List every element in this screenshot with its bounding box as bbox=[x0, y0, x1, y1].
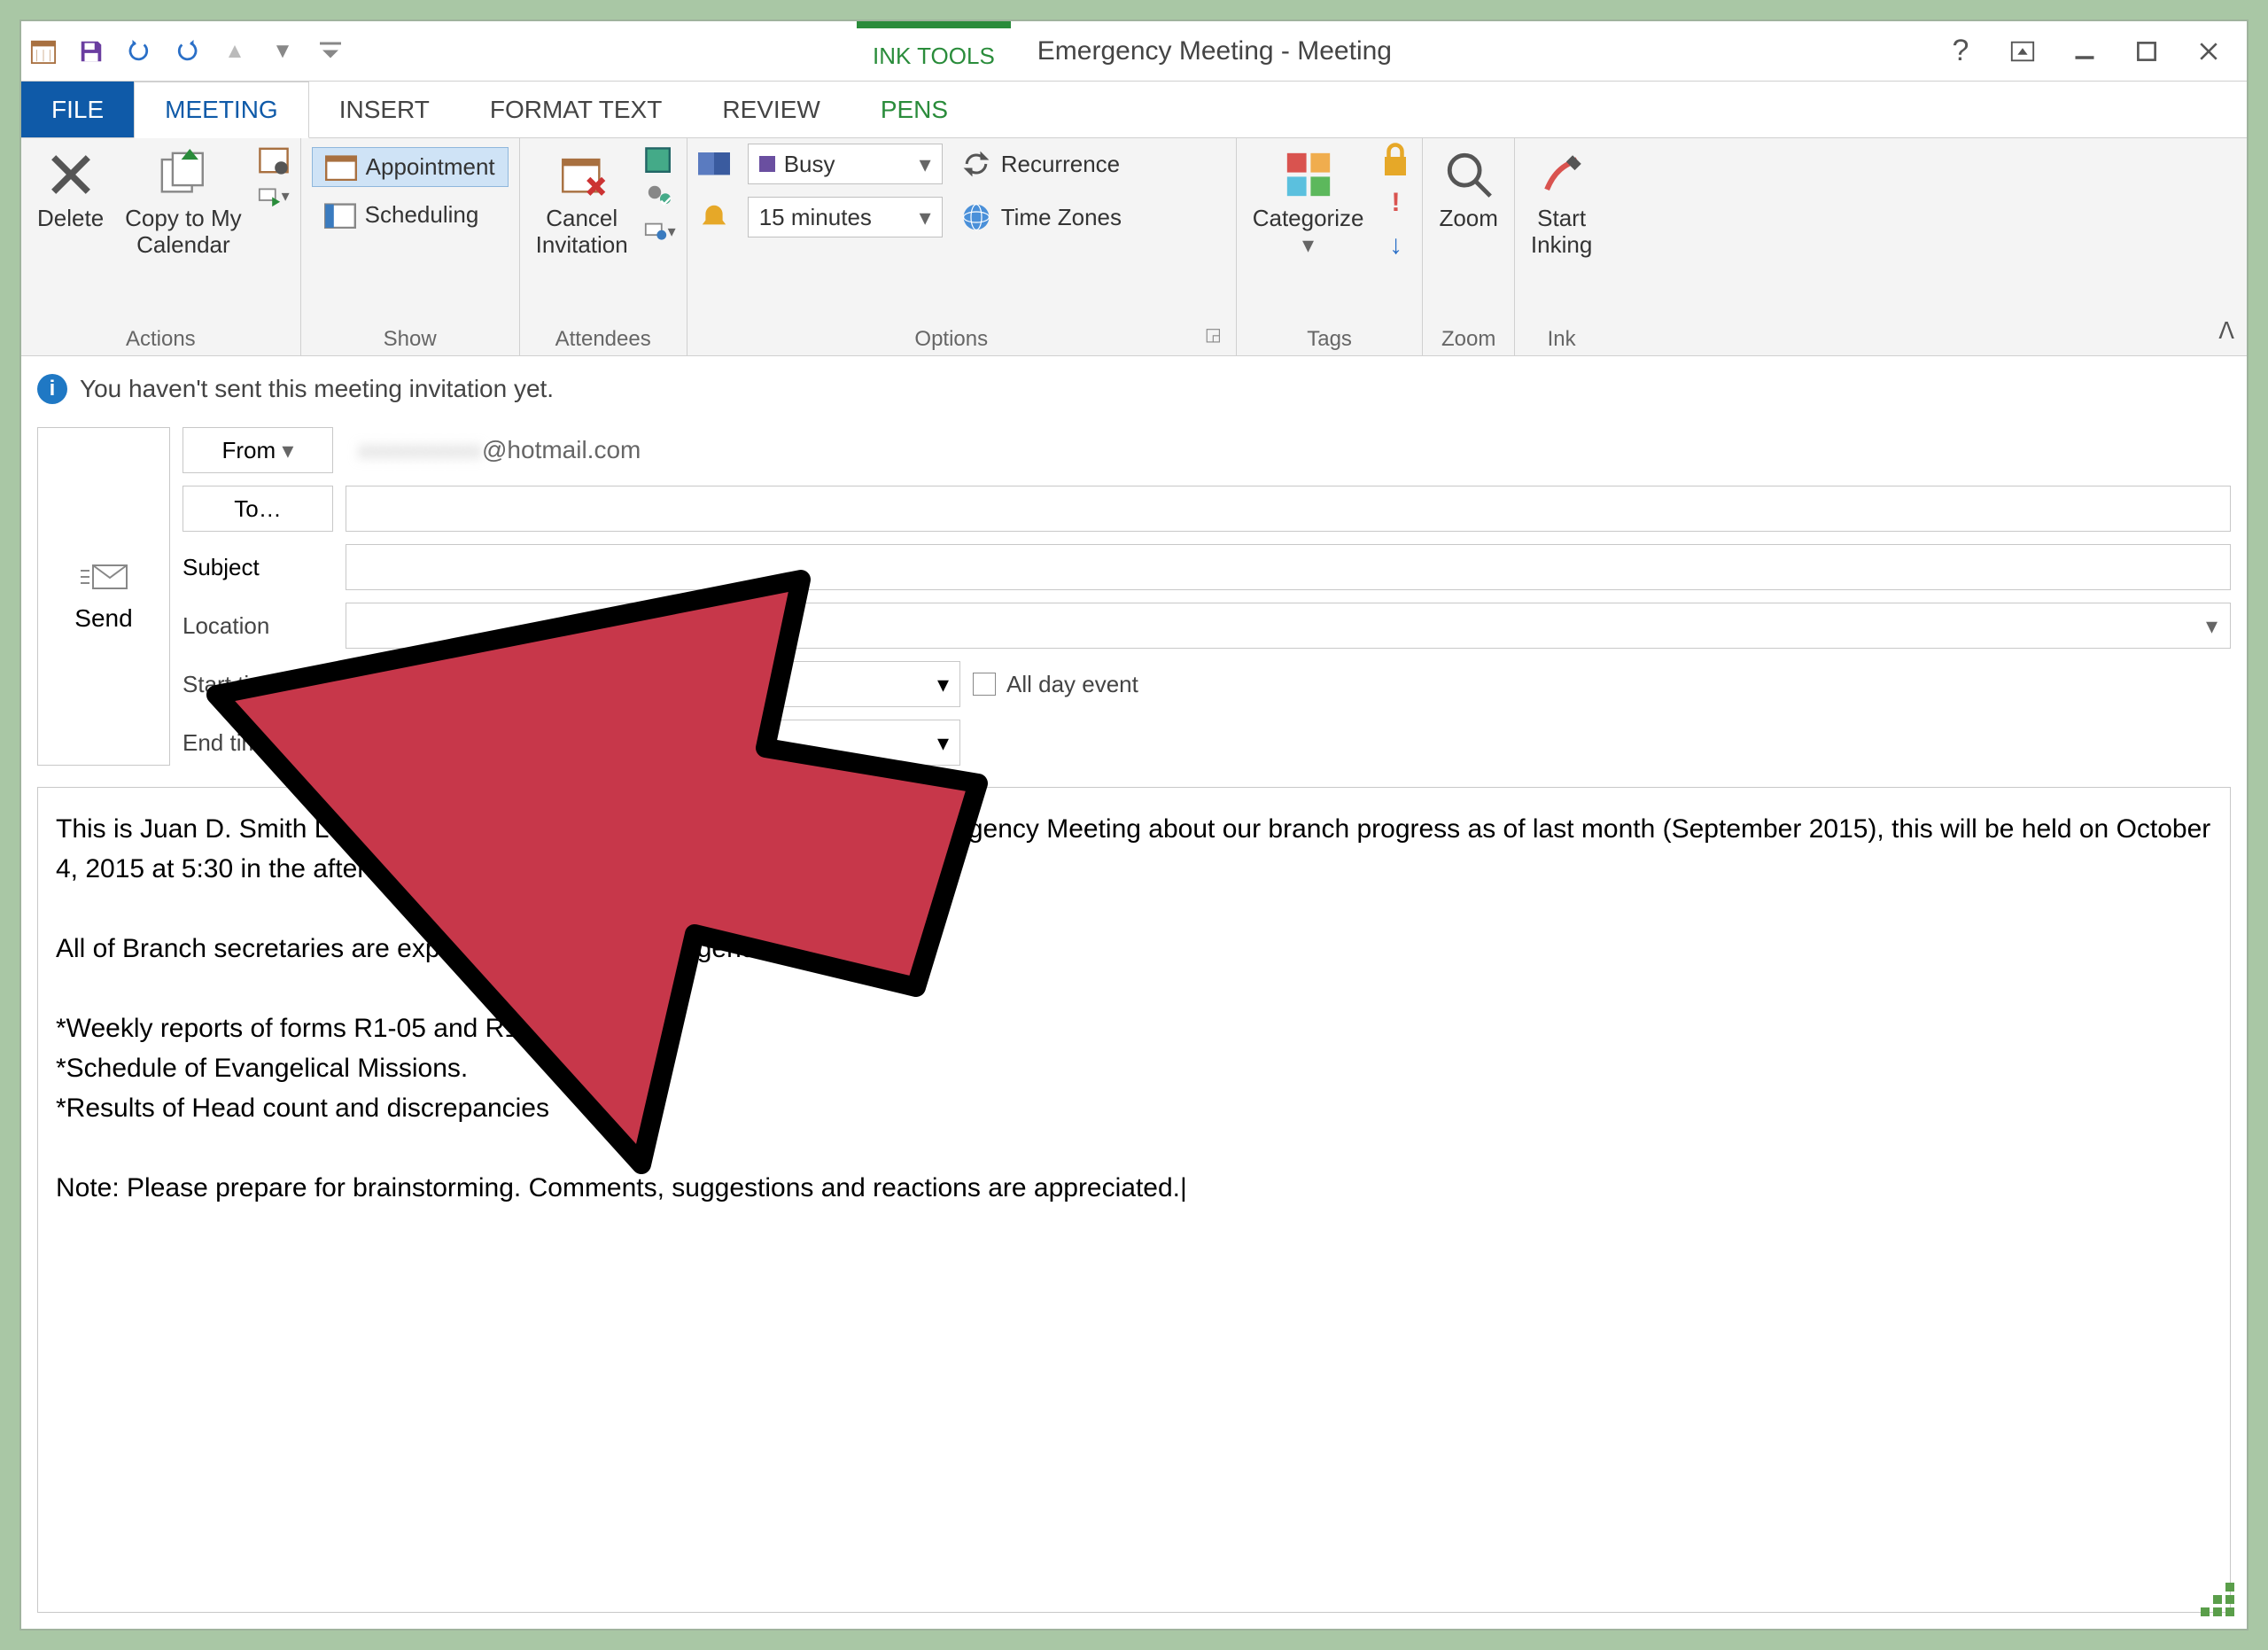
group-tags: Categorize▾ ! ↓ Tags bbox=[1237, 138, 1424, 355]
time-zones-button[interactable]: Time Zones bbox=[960, 204, 1122, 231]
tab-file[interactable]: FILE bbox=[21, 82, 134, 137]
resize-grip-icon bbox=[2201, 1583, 2234, 1616]
from-value: @hotmail.com bbox=[482, 436, 641, 463]
maximize-icon[interactable] bbox=[2132, 36, 2162, 66]
window-controls: ? bbox=[1922, 36, 2247, 66]
copy-to-calendar-button[interactable]: Copy to My Calendar bbox=[120, 144, 247, 259]
save-icon[interactable] bbox=[78, 38, 105, 65]
tab-review[interactable]: REVIEW bbox=[692, 82, 850, 137]
redo-icon[interactable] bbox=[174, 38, 200, 65]
info-bar: i You haven't sent this meeting invitati… bbox=[21, 356, 2247, 422]
send-button[interactable]: Send bbox=[37, 427, 170, 766]
group-zoom: Zoom Zoom bbox=[1423, 138, 1514, 355]
start-inking-button[interactable]: Start Inking bbox=[1526, 144, 1597, 259]
appointment-icon bbox=[325, 154, 357, 181]
window-title: Emergency Meeting - Meeting bbox=[1011, 36, 1418, 66]
show-as-combo[interactable]: Busy ▾ bbox=[748, 144, 943, 184]
high-importance-icon[interactable]: ! bbox=[1379, 190, 1411, 216]
envelope-icon bbox=[79, 560, 128, 594]
reminder-icon bbox=[698, 204, 730, 230]
start-date-field[interactable]: ▾ bbox=[346, 661, 647, 707]
contextual-tab-ink-tools[interactable]: INK TOOLS bbox=[857, 21, 1011, 81]
ribbon-display-icon[interactable] bbox=[2008, 36, 2038, 66]
check-names-icon[interactable] bbox=[644, 183, 676, 209]
subject-field[interactable] bbox=[346, 544, 2231, 590]
appointment-button[interactable]: Appointment bbox=[312, 147, 509, 187]
ribbon: Delete Copy to My Calendar ▾ Actions bbox=[21, 138, 2247, 356]
location-field[interactable]: ▾ bbox=[346, 603, 2231, 649]
scheduling-button[interactable]: Scheduling bbox=[312, 196, 509, 234]
low-importance-icon[interactable]: ↓ bbox=[1379, 232, 1411, 259]
cancel-invitation-button[interactable]: Cancel Invitation bbox=[531, 144, 633, 259]
qat-customize-icon[interactable] bbox=[317, 38, 344, 65]
collapse-ribbon-icon[interactable]: ᐱ bbox=[2218, 317, 2234, 345]
tab-meeting[interactable]: MEETING bbox=[134, 82, 309, 138]
forward-small-icon[interactable]: ▾ bbox=[258, 183, 290, 209]
group-actions: Delete Copy to My Calendar ▾ Actions bbox=[21, 138, 301, 355]
to-button[interactable]: To… bbox=[183, 486, 333, 532]
from-button[interactable]: From ▾ bbox=[183, 427, 333, 473]
undo-icon[interactable] bbox=[126, 38, 152, 65]
minimize-icon[interactable] bbox=[2070, 36, 2100, 66]
recurrence-button[interactable]: Recurrence bbox=[960, 151, 1120, 178]
group-options: Busy ▾ Recurrence 15 minutes ▾ bbox=[687, 138, 1237, 355]
info-text: You haven't sent this meeting invitation… bbox=[80, 375, 554, 403]
end-time-field[interactable]: AM▾ bbox=[659, 720, 960, 766]
group-attendees: Cancel Invitation ▾ Attendees bbox=[520, 138, 687, 355]
outlook-meeting-window: ▲ ▼ INK TOOLS Emergency Meeting - Meetin… bbox=[19, 19, 2249, 1631]
info-icon: i bbox=[37, 374, 67, 404]
show-as-icon bbox=[698, 151, 730, 177]
tab-insert[interactable]: INSERT bbox=[309, 82, 460, 137]
calendar-icon[interactable] bbox=[30, 38, 57, 65]
help-icon[interactable]: ? bbox=[1946, 36, 1976, 66]
arrow-up-icon: ▲ bbox=[221, 38, 248, 65]
tab-pens[interactable]: PENS bbox=[850, 82, 978, 137]
title-bar: ▲ ▼ INK TOOLS Emergency Meeting - Meetin… bbox=[21, 21, 2247, 82]
end-time-label: End time bbox=[183, 729, 333, 757]
message-body[interactable]: This is Juan D. Smith Local Secretary of… bbox=[37, 787, 2231, 1613]
categorize-button[interactable]: Categorize▾ bbox=[1247, 144, 1370, 259]
subject-label: Subject bbox=[183, 544, 333, 590]
location-label: Location bbox=[183, 612, 333, 640]
ribbon-tabs: FILE MEETING INSERT FORMAT TEXT REVIEW P… bbox=[21, 82, 2247, 138]
end-date-field[interactable]: ▾ bbox=[346, 720, 647, 766]
globe-icon bbox=[960, 204, 992, 230]
meeting-form: Send From ▾ xxxxxxxxxx@hotmail.com To… S… bbox=[21, 422, 2247, 774]
tab-format-text[interactable]: FORMAT TEXT bbox=[460, 82, 692, 137]
recurrence-icon bbox=[960, 151, 992, 177]
start-time-label: Start time bbox=[183, 671, 333, 698]
group-show: Appointment Scheduling Show bbox=[301, 138, 520, 355]
zoom-button[interactable]: Zoom bbox=[1433, 144, 1503, 232]
to-field[interactable] bbox=[346, 486, 2231, 532]
start-time-field[interactable]: 8:00 AM▾ bbox=[659, 661, 960, 707]
arrow-down-icon[interactable]: ▼ bbox=[269, 38, 296, 65]
close-icon[interactable] bbox=[2194, 36, 2224, 66]
scheduling-icon bbox=[324, 202, 356, 229]
options-launcher-icon[interactable]: ◲ bbox=[1205, 323, 1225, 352]
delete-button[interactable]: Delete bbox=[32, 144, 109, 232]
all-day-checkbox[interactable]: All day event bbox=[973, 671, 1138, 698]
group-ink: Start Inking Ink bbox=[1515, 138, 1608, 355]
private-icon[interactable] bbox=[1379, 147, 1411, 174]
address-book-icon[interactable] bbox=[644, 147, 676, 174]
calendar-small-icon[interactable] bbox=[258, 147, 290, 174]
response-options-icon[interactable]: ▾ bbox=[644, 218, 676, 245]
quick-access-toolbar: ▲ ▼ bbox=[21, 38, 353, 65]
reminder-combo[interactable]: 15 minutes ▾ bbox=[748, 197, 943, 237]
